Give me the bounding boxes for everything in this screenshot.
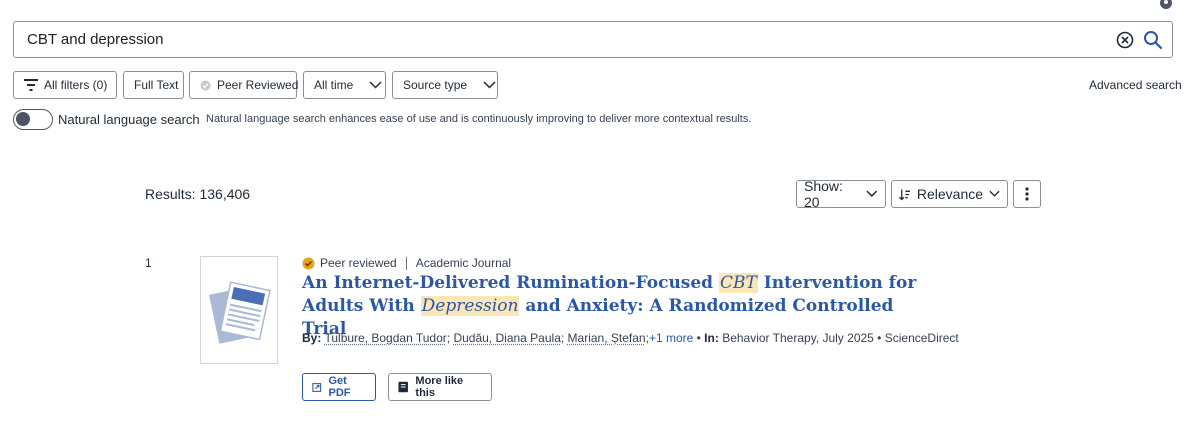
publication-type: Academic Journal	[415, 256, 512, 270]
in-label: In:	[704, 331, 719, 345]
provider-name: ScienceDirect	[884, 331, 959, 345]
peer-reviewed-label: Peer Reviewed	[217, 78, 299, 92]
get-pdf-label: Get PDF	[328, 375, 351, 399]
user-account-icon[interactable]	[1159, 0, 1173, 10]
chevron-down-icon	[866, 190, 878, 197]
author-link[interactable]: Tulbure, Bogdan Tudor	[324, 331, 446, 345]
source-type-dropdown[interactable]: Source type	[392, 71, 498, 99]
full-text-button[interactable]: Full Text	[123, 71, 184, 99]
full-text-label: Full Text	[134, 78, 179, 92]
chevron-down-icon	[989, 190, 1000, 197]
result-meta: Peer reviewed Academic Journal	[302, 256, 511, 270]
kebab-menu-icon	[1025, 187, 1029, 201]
date-range-label: All time	[314, 78, 354, 92]
peer-reviewed-text: Peer reviewed	[320, 256, 397, 270]
title-highlight: CBT	[719, 273, 758, 293]
show-count-label: Show: 20	[804, 178, 843, 210]
get-pdf-button[interactable]: Get PDF	[302, 373, 376, 401]
date-range-dropdown[interactable]: All time	[303, 71, 386, 99]
natural-language-toggle[interactable]	[13, 109, 53, 130]
filter-icon	[24, 79, 38, 91]
advanced-search-link[interactable]: Advanced search	[1089, 78, 1182, 92]
author-link[interactable]: Marian, Ștefan	[568, 331, 646, 345]
title-part: An Internet-Delivered Rumination-Focused	[302, 273, 719, 293]
toggle-knob	[16, 112, 30, 126]
natural-language-label: Natural language search	[58, 112, 200, 127]
meta-divider	[405, 256, 407, 270]
results-count: Results: 136,406	[145, 186, 251, 202]
search-input[interactable]: CBT and depression	[27, 31, 163, 48]
book-icon	[398, 381, 408, 393]
source-type-label: Source type	[403, 78, 468, 92]
result-thumbnail[interactable]	[200, 256, 278, 364]
peer-reviewed-badge-icon	[302, 257, 315, 269]
search-bar[interactable]: CBT and depression	[13, 21, 1173, 58]
peer-reviewed-button[interactable]: Peer Reviewed	[189, 71, 299, 99]
all-filters-button[interactable]: All filters (0)	[13, 71, 117, 99]
peer-reviewed-badge-icon	[200, 80, 211, 90]
result-number: 1	[145, 256, 152, 270]
show-count-dropdown[interactable]: Show: 20	[796, 178, 886, 210]
clear-search-icon[interactable]	[1116, 31, 1134, 49]
document-icon	[208, 281, 271, 344]
external-link-icon	[312, 382, 322, 392]
by-label: By:	[302, 331, 322, 345]
sort-label: Relevance	[916, 186, 984, 202]
more-options-button[interactable]	[1013, 180, 1041, 208]
chevron-down-icon	[369, 81, 382, 89]
more-like-this-label: More like this	[415, 375, 464, 399]
result-authors: By: Tulbure, Bogdan Tudor; Dudău, Diana …	[302, 331, 959, 345]
more-authors-link[interactable]: +1 more	[649, 331, 693, 345]
title-highlight: Depression	[420, 296, 520, 316]
search-icon[interactable]	[1143, 30, 1163, 50]
all-filters-label: All filters (0)	[44, 78, 108, 92]
natural-language-description: Natural language search enhances ease of…	[206, 113, 752, 125]
chevron-down-icon	[483, 81, 496, 89]
sort-icon	[899, 188, 910, 200]
sort-dropdown[interactable]: Relevance	[891, 180, 1008, 208]
more-like-this-button[interactable]: More like this	[388, 373, 492, 401]
source-journal: Behavior Therapy, July 2025	[722, 331, 874, 345]
author-link[interactable]: Dudău, Diana Paula	[453, 331, 560, 345]
